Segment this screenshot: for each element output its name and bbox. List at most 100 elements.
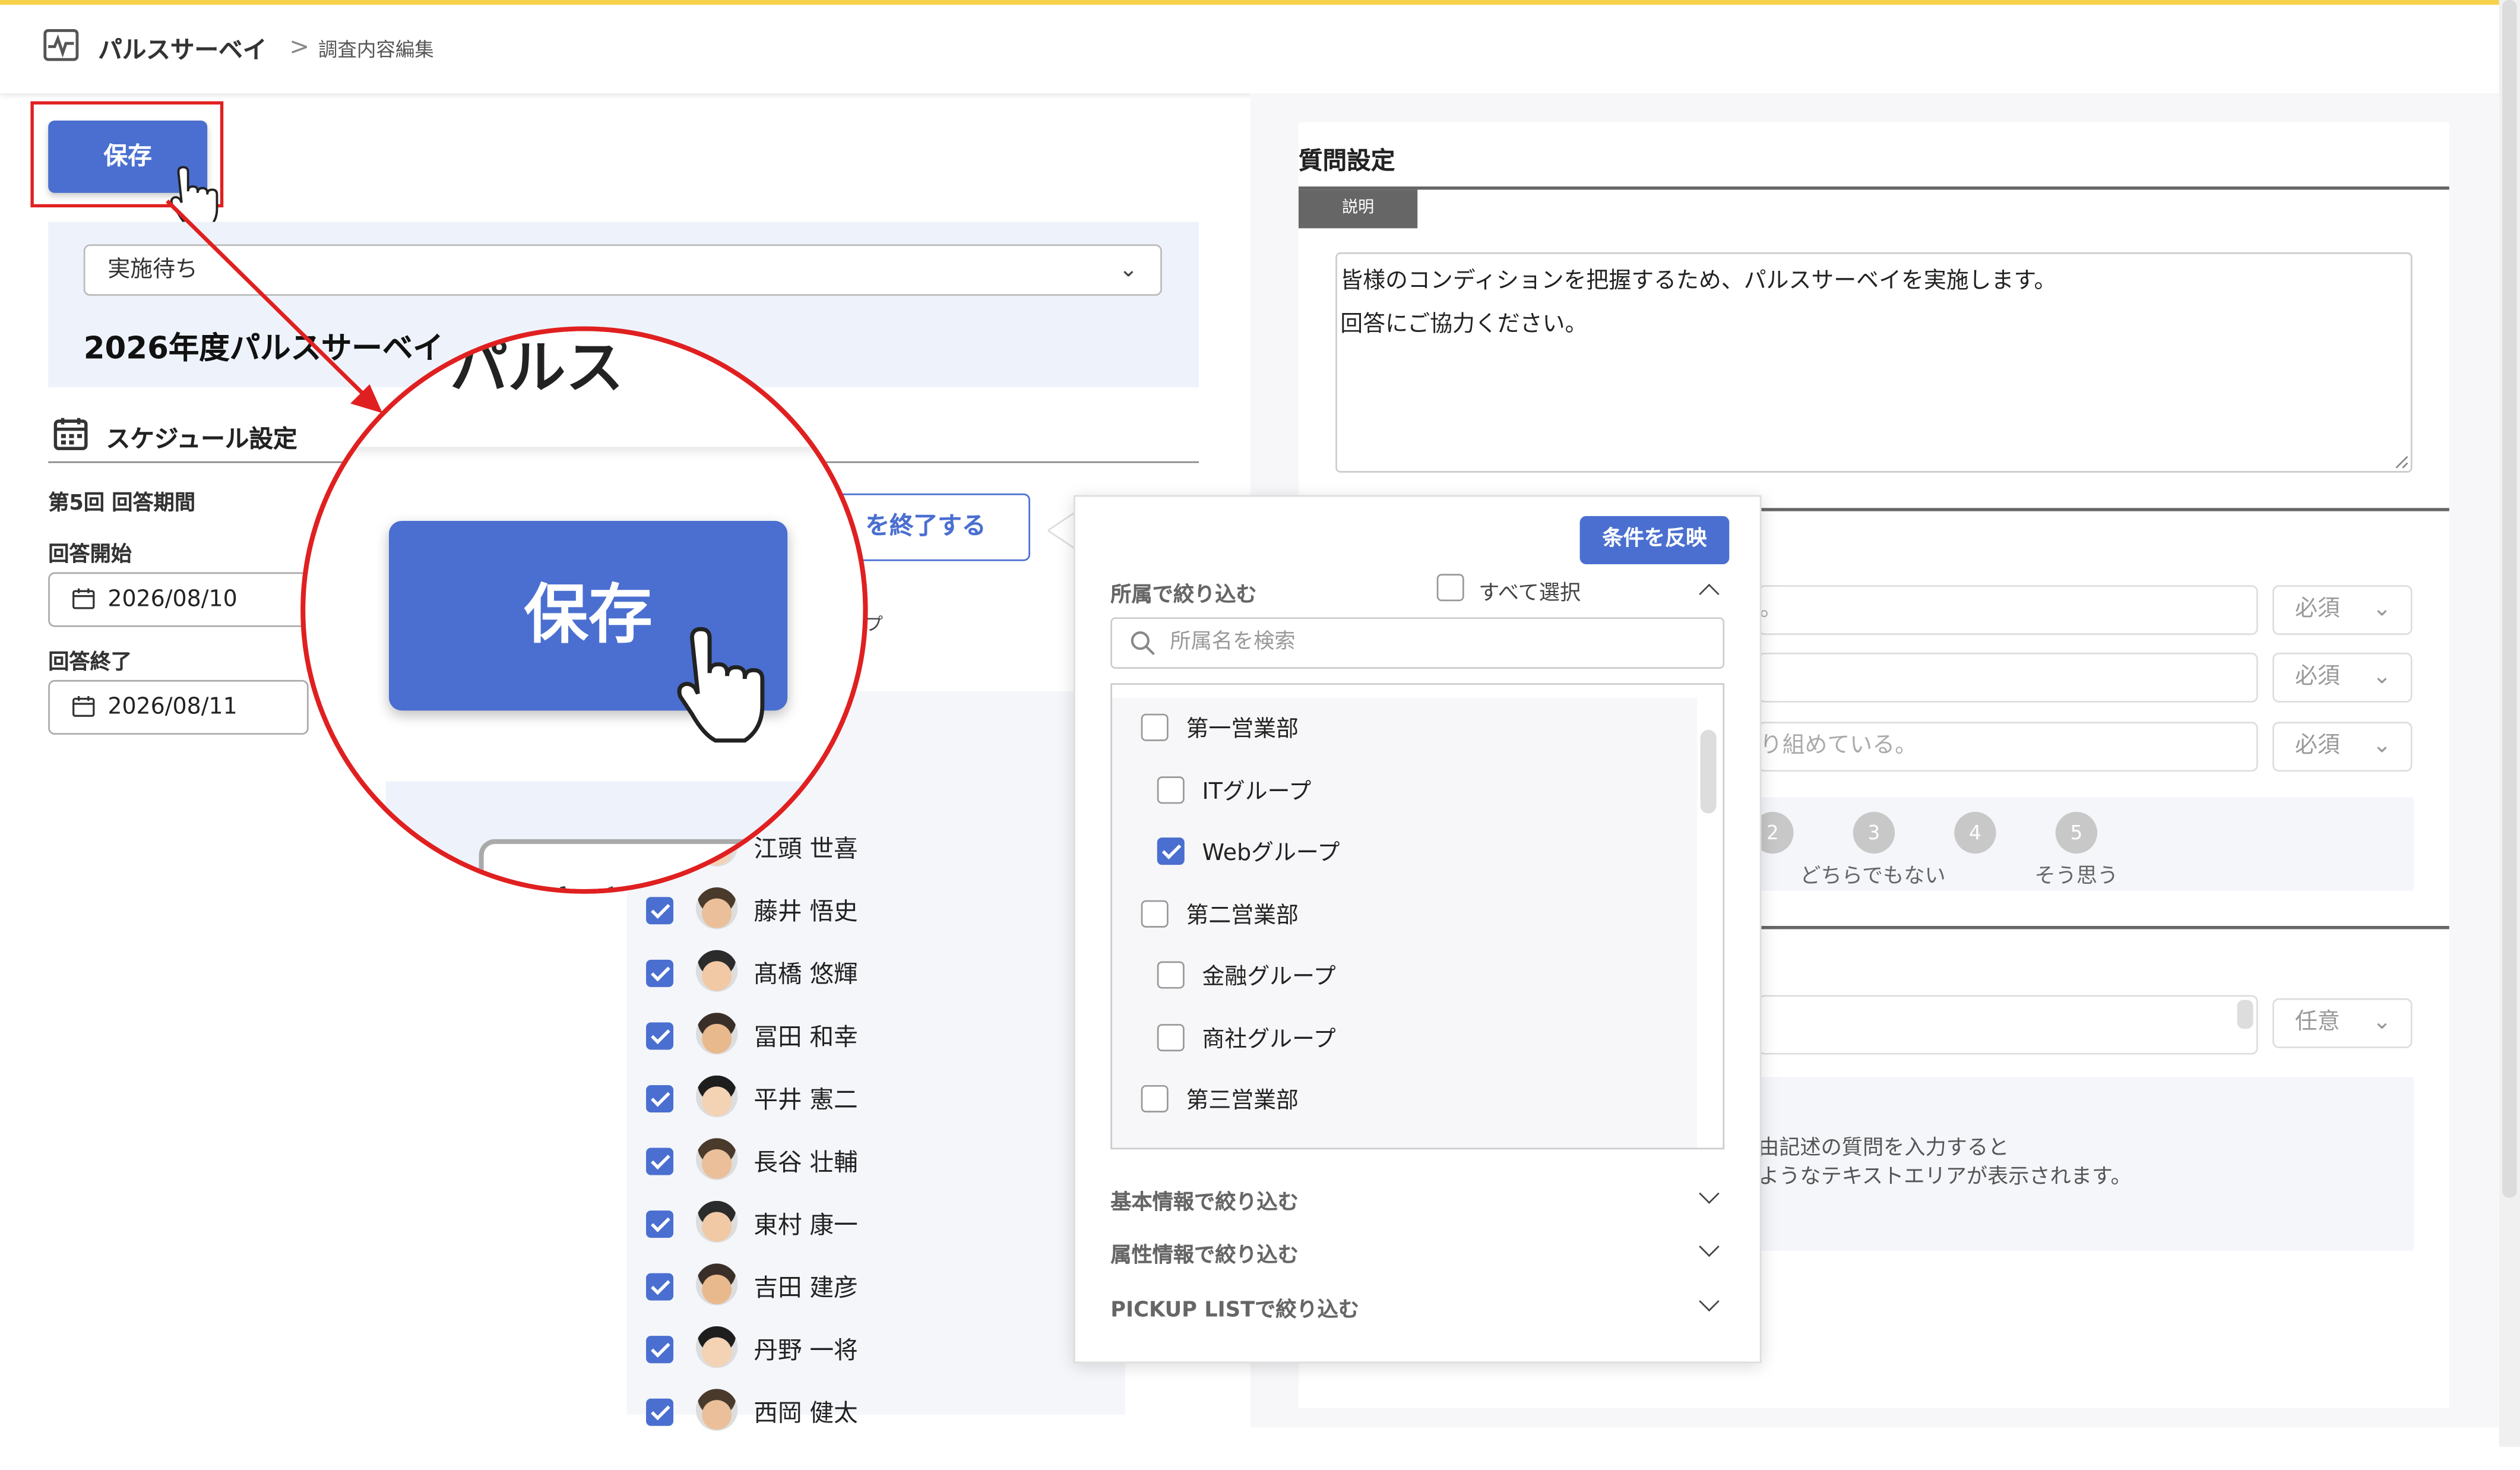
member-avatar (695, 1326, 738, 1368)
member-avatar (695, 1013, 738, 1055)
member-checkbox[interactable] (646, 1273, 674, 1301)
member-checkbox[interactable] (646, 1336, 674, 1364)
member-checkbox[interactable] (646, 1022, 674, 1050)
member-checkbox[interactable] (646, 1085, 674, 1112)
filter-dept-heading[interactable]: 所属で絞り込む (1110, 577, 1256, 608)
member-avatar (695, 1138, 738, 1180)
select-all-checkbox[interactable] (1436, 574, 1464, 602)
zoom-title-fragment: パルス (449, 336, 624, 402)
resize-handle-icon[interactable] (2395, 455, 2409, 469)
member-row[interactable]: 髙橋 悠輝 (627, 942, 1125, 1005)
scale-point-4[interactable]: 4 (1954, 811, 1996, 854)
dept-label[interactable]: 商社グループ (1202, 1022, 1336, 1054)
member-avatar (695, 1200, 738, 1243)
member-name: 吉田 建彦 (754, 1273, 858, 1303)
dept-checkbox[interactable] (1157, 1023, 1185, 1051)
member-row[interactable]: 長谷 壮輔 (627, 1130, 1125, 1193)
member-name: 冨田 和幸 (754, 1022, 858, 1052)
question-divider (1298, 186, 2449, 190)
tree-scrollbar[interactable] (1700, 729, 1717, 814)
scale-label-neutral: どちらでもない (1800, 865, 1946, 889)
dept-checkbox[interactable] (1157, 837, 1185, 865)
apply-filter-button[interactable]: 条件を反映 (1579, 516, 1730, 565)
filter-pickup-heading[interactable]: PICKUP LISTで絞り込む (1110, 1292, 1359, 1323)
start-date-value: 2026/08/10 (107, 586, 238, 613)
dept-checkbox[interactable] (1141, 713, 1169, 741)
member-row[interactable]: 丹野 一将 (627, 1318, 1125, 1381)
dept-checkbox[interactable] (1141, 899, 1169, 927)
period-label: 第5回 回答期間 (48, 492, 196, 516)
start-label: 回答開始 (48, 543, 132, 568)
end-date-value: 2026/08/11 (107, 694, 238, 720)
member-row[interactable]: 平井 憲二 (627, 1067, 1125, 1130)
breadcrumb-app[interactable]: パルスサーベイ (98, 32, 267, 66)
dept-label[interactable]: 金融グループ (1202, 960, 1336, 992)
dept-search-input[interactable]: 所属名を検索 (1110, 617, 1725, 669)
member-checkbox[interactable] (646, 1398, 674, 1426)
free-question-input[interactable] (1758, 995, 2258, 1055)
dept-label[interactable]: 第二営業部 (1186, 898, 1298, 930)
member-name: 西岡 健太 (754, 1398, 858, 1428)
search-icon (1131, 631, 1155, 656)
member-checkbox[interactable] (646, 959, 674, 987)
dept-label[interactable]: ITグループ (1202, 774, 1312, 806)
required-select-2[interactable]: 必須 ⌄ (2272, 652, 2413, 703)
breadcrumb-page: 調査内容編集 (318, 38, 434, 61)
chevron-down-icon: ⌄ (2372, 1009, 2392, 1036)
member-row[interactable]: 西岡 健太 (627, 1381, 1125, 1444)
dept-checkbox[interactable] (1157, 961, 1185, 989)
calendar-icon (53, 418, 88, 450)
member-avatar (695, 1389, 738, 1431)
member-name: 藤井 悟史 (754, 897, 858, 927)
dept-tree: 第一営業部 ITグループ Webグループ第二営業部金融グループ 商社グループ第三営業部 (1110, 683, 1725, 1150)
textarea-scrollbar[interactable] (2237, 1000, 2253, 1029)
popover-arrow (1047, 511, 1077, 550)
required-label: 必須 (2295, 733, 2340, 759)
description-textarea[interactable]: 皆様のコンディションを把握するため、パルスサーベイを実施します。 回答にご協力く… (1335, 252, 2413, 473)
question-text-1: 。 (1759, 596, 1783, 622)
member-avatar (695, 887, 738, 930)
free-text-hint: 由記述の質問を入力すると ようなテキストエリアが表示されます。 (1758, 1135, 2132, 1193)
end-date-input[interactable]: 2026/08/11 (48, 679, 309, 735)
description-line-2: 回答にご協力ください。 (1340, 312, 1588, 338)
required-select-1[interactable]: 必須 ⌄ (2272, 585, 2413, 636)
scale-point-3[interactable]: 3 (1853, 811, 1895, 854)
question-input-3[interactable]: り組めている。 (1758, 722, 2258, 772)
scale-label-agree: そう思う (2034, 865, 2119, 889)
dept-label[interactable]: 第三営業部 (1186, 1083, 1298, 1115)
select-all-label[interactable]: すべて選択 (1479, 576, 1581, 606)
chevron-down-icon: ⌄ (1119, 257, 1138, 283)
section-divider (1758, 926, 2449, 930)
question-input-2[interactable] (1758, 652, 2258, 703)
required-select-3[interactable]: 必須 ⌄ (2272, 722, 2413, 772)
member-avatar (695, 1263, 738, 1305)
question-input-1[interactable]: 。 (1758, 585, 2258, 636)
dept-label[interactable]: 第一営業部 (1186, 712, 1298, 744)
dept-label[interactable]: Webグループ (1202, 836, 1340, 868)
member-row[interactable]: 東村 康一 (627, 1193, 1125, 1256)
member-row[interactable]: 冨田 和幸 (627, 1005, 1125, 1068)
scale-point-5[interactable]: 5 (2055, 811, 2098, 854)
description-line-1: 皆様のコンディションを把握するため、パルスサーベイを実施します。 (1340, 268, 2057, 295)
dept-checkbox[interactable] (1157, 775, 1185, 803)
optional-select[interactable]: 任意 ⌄ (2272, 998, 2413, 1048)
start-date-input[interactable]: 2026/08/10 (48, 572, 309, 627)
schedule-heading: スケジュール設定 (106, 424, 297, 454)
member-name: 髙橋 悠輝 (754, 959, 858, 989)
filter-attr-heading[interactable]: 属性情報で絞り込む (1110, 1238, 1299, 1269)
description-tab[interactable]: 説明 (1298, 189, 1418, 229)
breadcrumb-separator: > (289, 32, 310, 61)
member-row[interactable]: 吉田 建彦 (627, 1256, 1125, 1319)
page-scrollbar[interactable] (2499, 0, 2520, 1447)
scrollbar-thumb[interactable] (2502, 0, 2517, 1198)
end-label: 回答終了 (48, 651, 132, 675)
calendar-small-icon (72, 696, 95, 717)
zoom-callout: パルス 実施待 保存 (300, 326, 868, 894)
zoom-hand-cursor-icon (677, 627, 765, 743)
member-checkbox[interactable] (646, 897, 674, 925)
member-avatar (695, 950, 738, 992)
filter-basic-heading[interactable]: 基本情報で絞り込む (1110, 1185, 1299, 1216)
member-checkbox[interactable] (646, 1147, 674, 1175)
member-checkbox[interactable] (646, 1210, 674, 1238)
dept-checkbox[interactable] (1141, 1085, 1169, 1112)
